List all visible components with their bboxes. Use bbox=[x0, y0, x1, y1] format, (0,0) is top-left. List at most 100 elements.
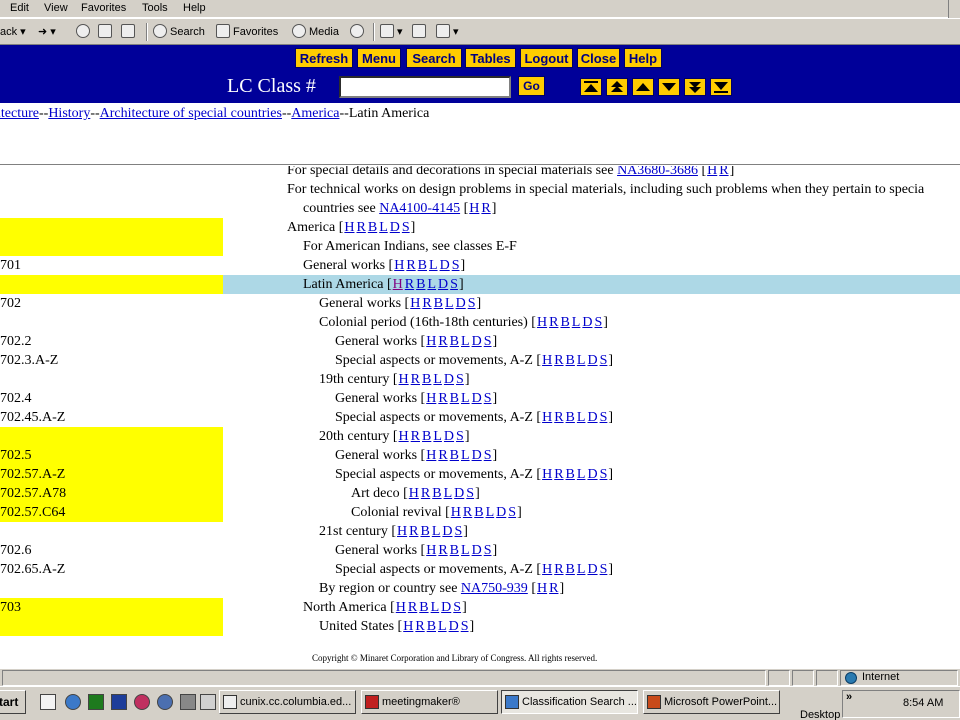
record-link-r[interactable]: R bbox=[409, 524, 418, 539]
record-link-d[interactable]: D bbox=[438, 277, 448, 292]
record-link-s[interactable]: S bbox=[594, 315, 602, 330]
record-link-b[interactable]: B bbox=[450, 448, 459, 463]
record-link-d[interactable]: D bbox=[454, 486, 464, 501]
record-link-d[interactable]: D bbox=[587, 353, 597, 368]
record-link-r[interactable]: R bbox=[463, 505, 472, 520]
schedule-row[interactable]: 702 General works [H R B L D S] bbox=[0, 294, 960, 313]
record-link-b[interactable]: B bbox=[422, 429, 431, 444]
hr-link-h[interactable]: H bbox=[707, 166, 717, 178]
record-link-h[interactable]: H bbox=[344, 220, 354, 235]
record-link-l[interactable]: L bbox=[438, 619, 447, 634]
record-link-d[interactable]: D bbox=[587, 410, 597, 425]
schedule-row[interactable]: 702.45.A-Z Special aspects or movements, … bbox=[0, 408, 960, 427]
record-link-d[interactable]: D bbox=[582, 315, 592, 330]
menu-help[interactable]: Help bbox=[183, 2, 206, 14]
record-link-d[interactable]: D bbox=[442, 524, 452, 539]
schedule-row[interactable]: 702.57.A78 Art deco [H R B L D S] bbox=[0, 484, 960, 503]
schedule-row[interactable]: 20th century [H R B L D S] bbox=[0, 427, 960, 446]
schedule-row[interactable]: Latin America [H R B L D S] bbox=[0, 275, 960, 294]
desktop-toolbar-label[interactable]: Desktop bbox=[800, 709, 840, 720]
record-link-l[interactable]: L bbox=[432, 524, 441, 539]
record-link-r[interactable]: R bbox=[357, 220, 366, 235]
task-cunix[interactable]: cunix.cc.columbia.ed... bbox=[219, 690, 356, 714]
start-button[interactable]: tart bbox=[0, 690, 26, 714]
record-link-h[interactable]: H bbox=[537, 581, 547, 596]
record-link-l[interactable]: L bbox=[461, 543, 470, 558]
media-button[interactable]: Media bbox=[292, 24, 339, 40]
record-link-s[interactable]: S bbox=[456, 429, 464, 444]
schedule-row[interactable]: 702.6 General works [H R B L D S] bbox=[0, 541, 960, 560]
schedule-row[interactable]: By region or country see NA750-939 [H R] bbox=[0, 579, 960, 598]
record-link-b[interactable]: B bbox=[418, 258, 427, 273]
record-link-b[interactable]: B bbox=[416, 277, 425, 292]
record-link-r[interactable]: R bbox=[406, 258, 415, 273]
schedule-row[interactable]: America [H R B L D S] bbox=[0, 218, 960, 237]
schedule-row[interactable]: 702.2 General works [H R B L D S] bbox=[0, 332, 960, 351]
record-link-l[interactable]: L bbox=[433, 429, 442, 444]
record-link-s[interactable]: S bbox=[484, 334, 492, 349]
help-button[interactable]: Help bbox=[624, 48, 662, 68]
stop-icon[interactable] bbox=[76, 24, 93, 40]
record-link-s[interactable]: S bbox=[484, 391, 492, 406]
record-link-h[interactable]: H bbox=[399, 429, 409, 444]
record-link-l[interactable]: L bbox=[577, 467, 586, 482]
refresh-icon[interactable] bbox=[98, 24, 115, 40]
record-link-r[interactable]: R bbox=[408, 600, 417, 615]
lc-class-input[interactable] bbox=[339, 76, 511, 98]
record-link-d[interactable]: D bbox=[444, 372, 454, 387]
record-link-h[interactable]: H bbox=[426, 543, 436, 558]
record-link-s[interactable]: S bbox=[484, 448, 492, 463]
hr-link-r[interactable]: R bbox=[481, 201, 490, 216]
hr-link-h[interactable]: H bbox=[469, 201, 479, 216]
record-link-l[interactable]: L bbox=[486, 505, 495, 520]
menu-tools[interactable]: Tools bbox=[142, 2, 168, 14]
record-link-d[interactable]: D bbox=[587, 467, 597, 482]
record-link-l[interactable]: L bbox=[431, 600, 440, 615]
breadcrumb-history[interactable]: History bbox=[48, 106, 90, 121]
record-link-r[interactable]: R bbox=[554, 353, 563, 368]
record-link-l[interactable]: L bbox=[429, 258, 438, 273]
schedule-row[interactable]: 702.4 General works [H R B L D S] bbox=[0, 389, 960, 408]
record-link-r[interactable]: R bbox=[411, 372, 420, 387]
record-link-b[interactable]: B bbox=[474, 505, 483, 520]
record-link-d[interactable]: D bbox=[472, 448, 482, 463]
schedule-row[interactable]: 702.5 General works [H R B L D S] bbox=[0, 446, 960, 465]
record-link-b[interactable]: B bbox=[566, 353, 575, 368]
record-link-d[interactable]: D bbox=[496, 505, 506, 520]
record-link-h[interactable]: H bbox=[397, 524, 407, 539]
ie-icon[interactable] bbox=[65, 694, 81, 710]
menu-favorites[interactable]: Favorites bbox=[81, 2, 126, 14]
record-link-l[interactable]: L bbox=[461, 334, 470, 349]
record-link-d[interactable]: D bbox=[472, 543, 482, 558]
record-link-l[interactable]: L bbox=[445, 296, 454, 311]
record-link-r[interactable]: R bbox=[554, 467, 563, 482]
schedule-row[interactable]: 702.57.C64 Colonial revival [H R B L D S] bbox=[0, 503, 960, 522]
record-link-s[interactable]: S bbox=[508, 505, 516, 520]
record-link-s[interactable]: S bbox=[600, 353, 608, 368]
record-link-h[interactable]: H bbox=[542, 467, 552, 482]
schedule-row[interactable]: 701 General works [H R B L D S] bbox=[0, 256, 960, 275]
home-icon[interactable] bbox=[121, 24, 138, 40]
task-meetingmaker[interactable]: meetingmaker® bbox=[361, 690, 498, 714]
record-link-l[interactable]: L bbox=[572, 315, 581, 330]
record-link-b[interactable]: B bbox=[432, 486, 441, 501]
record-link-s[interactable]: S bbox=[600, 467, 608, 482]
menu-button[interactable]: Menu bbox=[357, 48, 401, 68]
record-link-s[interactable]: S bbox=[452, 258, 460, 273]
record-link-b[interactable]: B bbox=[450, 391, 459, 406]
record-link-r[interactable]: R bbox=[421, 486, 430, 501]
schedule-row[interactable]: Colonial period (16th-18th centuries) [H… bbox=[0, 313, 960, 332]
app-icon[interactable] bbox=[200, 694, 216, 710]
record-link-b[interactable]: B bbox=[419, 600, 428, 615]
schedule-row[interactable]: 19th century [H R B L D S] bbox=[0, 370, 960, 389]
record-link-d[interactable]: D bbox=[390, 220, 400, 235]
record-link-l[interactable]: L bbox=[577, 353, 586, 368]
page-down-icon[interactable] bbox=[684, 78, 706, 96]
see-reference-link[interactable]: NA4100-4145 bbox=[379, 201, 460, 216]
record-link-b[interactable]: B bbox=[427, 619, 436, 634]
schedule-row[interactable]: United States [H R B L D S] bbox=[0, 617, 960, 636]
see-reference-link[interactable]: NA750-939 bbox=[461, 581, 528, 596]
record-link-r[interactable]: R bbox=[438, 334, 447, 349]
favorites-button[interactable]: Favorites bbox=[216, 24, 278, 40]
record-link-r[interactable]: R bbox=[549, 581, 558, 596]
